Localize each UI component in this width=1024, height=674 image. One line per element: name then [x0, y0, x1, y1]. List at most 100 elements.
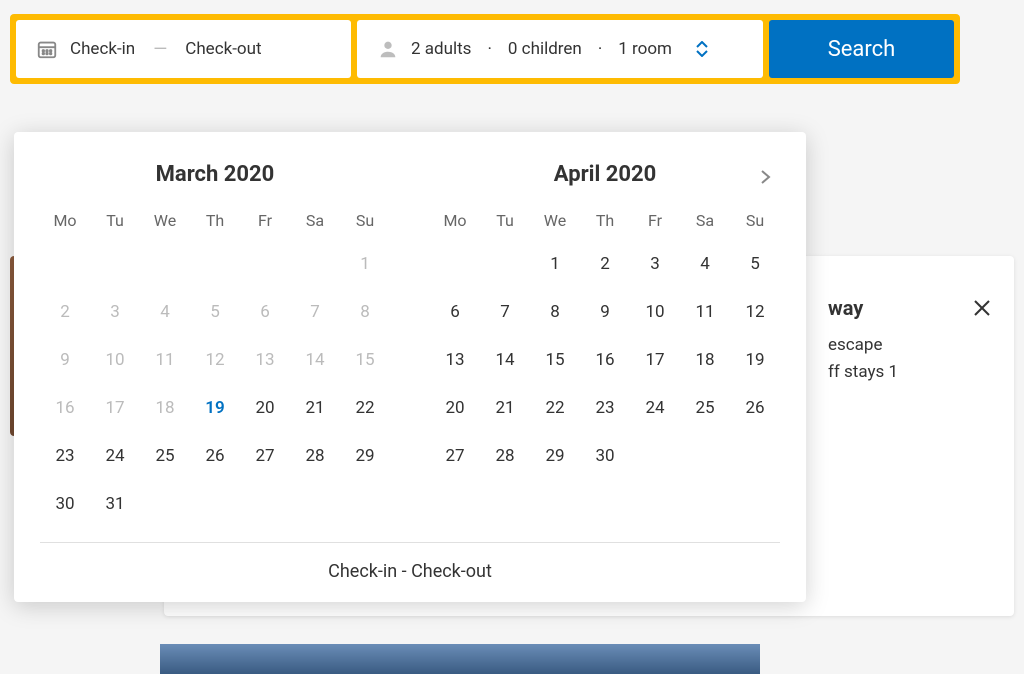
calendar-day[interactable]: 29 — [530, 442, 580, 470]
calendar-day[interactable]: 25 — [680, 394, 730, 422]
datepicker-months: March 2020 MoTuWeThFrSaSu123456789101112… — [40, 162, 780, 518]
calendar-day: 16 — [40, 394, 90, 422]
calendar-day[interactable]: 7 — [480, 298, 530, 326]
calendar-day[interactable]: 21 — [290, 394, 340, 422]
calendar-day[interactable]: 27 — [240, 442, 290, 470]
calendar-day[interactable]: 25 — [140, 442, 190, 470]
calendar-day[interactable]: 24 — [630, 394, 680, 422]
calendar-day[interactable]: 20 — [240, 394, 290, 422]
checkout-label: Check-out — [185, 39, 261, 59]
calendar-day[interactable]: 19 — [190, 394, 240, 422]
calendar-day[interactable]: 14 — [480, 346, 530, 374]
stepper-icon — [696, 41, 708, 57]
calendar-day[interactable]: 28 — [480, 442, 530, 470]
calendar-day: 15 — [340, 346, 390, 374]
calendar-day: 7 — [290, 298, 340, 326]
calendar-day[interactable]: 4 — [680, 250, 730, 278]
calendar-day: 3 — [90, 298, 140, 326]
guests-field[interactable]: 2 adults · 0 children · 1 room — [357, 20, 763, 78]
calendar-day[interactable]: 16 — [580, 346, 630, 374]
calendar-day: 9 — [40, 346, 90, 374]
searchbar: Check-in — Check-out 2 adults · 0 childr… — [10, 14, 960, 84]
calendar-day[interactable]: 2 — [580, 250, 630, 278]
calendar-day[interactable]: 30 — [580, 442, 630, 470]
calendar-day: 14 — [290, 346, 340, 374]
month-title: April 2020 — [430, 162, 780, 187]
calendar-day[interactable]: 8 — [530, 298, 580, 326]
weekday-label: Sa — [680, 211, 730, 230]
calendar-day[interactable]: 5 — [730, 250, 780, 278]
weekday-label: Mo — [430, 211, 480, 230]
calendar-day: 12 — [190, 346, 240, 374]
calendar-day[interactable]: 11 — [680, 298, 730, 326]
datepicker-footer: Check-in - Check-out — [40, 542, 780, 582]
calendar-day: 10 — [90, 346, 140, 374]
calendar-day[interactable]: 18 — [680, 346, 730, 374]
background-photo — [160, 644, 760, 674]
promo-title: way — [828, 296, 863, 320]
calendar-day[interactable]: 19 — [730, 346, 780, 374]
promo-line1: escape — [828, 332, 990, 359]
calendar-day[interactable]: 1 — [530, 250, 580, 278]
calendar-day: 5 — [190, 298, 240, 326]
weekday-label: Fr — [240, 211, 290, 230]
calendar-day[interactable]: 29 — [340, 442, 390, 470]
person-icon — [377, 38, 399, 60]
search-button[interactable]: Search — [769, 20, 954, 78]
weekday-label: We — [140, 211, 190, 230]
calendar-day[interactable]: 21 — [480, 394, 530, 422]
datepicker: March 2020 MoTuWeThFrSaSu123456789101112… — [14, 132, 806, 602]
calendar-day[interactable]: 17 — [630, 346, 680, 374]
guests-children: 0 children — [508, 39, 582, 59]
calendar-day[interactable]: 23 — [40, 442, 90, 470]
calendar-day[interactable]: 12 — [730, 298, 780, 326]
weekday-label: Th — [580, 211, 630, 230]
calendar-day[interactable]: 3 — [630, 250, 680, 278]
dot-separator: · — [598, 39, 602, 59]
weekday-label: Fr — [630, 211, 680, 230]
search-button-label: Search — [828, 37, 896, 62]
calendar-day[interactable]: 24 — [90, 442, 140, 470]
checkin-label: Check-in — [70, 39, 135, 59]
calendar-day[interactable]: 26 — [190, 442, 240, 470]
weekday-label: Su — [340, 211, 390, 230]
calendar-day[interactable]: 22 — [340, 394, 390, 422]
calendar-day[interactable]: 23 — [580, 394, 630, 422]
weekday-label: We — [530, 211, 580, 230]
promo-close-button[interactable] — [970, 296, 994, 324]
calendar-day[interactable]: 9 — [580, 298, 630, 326]
dot-separator: · — [487, 39, 491, 59]
calendar-month-right: April 2020 MoTuWeThFrSaSu123456789101112… — [430, 162, 780, 518]
calendar-day: 4 — [140, 298, 190, 326]
weekday-label: Th — [190, 211, 240, 230]
calendar-day[interactable]: 27 — [430, 442, 480, 470]
guests-adults: 2 adults — [411, 39, 471, 59]
calendar-icon — [36, 38, 58, 60]
calendar-day: 2 — [40, 298, 90, 326]
weekday-label: Sa — [290, 211, 340, 230]
dash-separator: — — [153, 39, 167, 60]
calendar-day[interactable]: 31 — [90, 490, 140, 518]
weekday-label: Tu — [90, 211, 140, 230]
calendar-day[interactable]: 15 — [530, 346, 580, 374]
calendar-day: 17 — [90, 394, 140, 422]
promo-line2: ff stays 1 — [828, 359, 990, 386]
next-month-button[interactable] — [750, 162, 780, 192]
calendar-day[interactable]: 10 — [630, 298, 680, 326]
calendar-day[interactable]: 22 — [530, 394, 580, 422]
calendar-day[interactable]: 13 — [430, 346, 480, 374]
calendar-month-left: March 2020 MoTuWeThFrSaSu123456789101112… — [40, 162, 390, 518]
dates-field[interactable]: Check-in — Check-out — [16, 20, 351, 78]
calendar-day: 18 — [140, 394, 190, 422]
calendar-day: 1 — [340, 250, 390, 278]
calendar-day[interactable]: 26 — [730, 394, 780, 422]
weekday-label: Mo — [40, 211, 90, 230]
month-title: March 2020 — [40, 162, 390, 187]
calendar-day[interactable]: 28 — [290, 442, 340, 470]
calendar-day[interactable]: 30 — [40, 490, 90, 518]
calendar-day: 11 — [140, 346, 190, 374]
weekday-label: Su — [730, 211, 780, 230]
calendar-day: 13 — [240, 346, 290, 374]
calendar-day[interactable]: 6 — [430, 298, 480, 326]
calendar-day[interactable]: 20 — [430, 394, 480, 422]
